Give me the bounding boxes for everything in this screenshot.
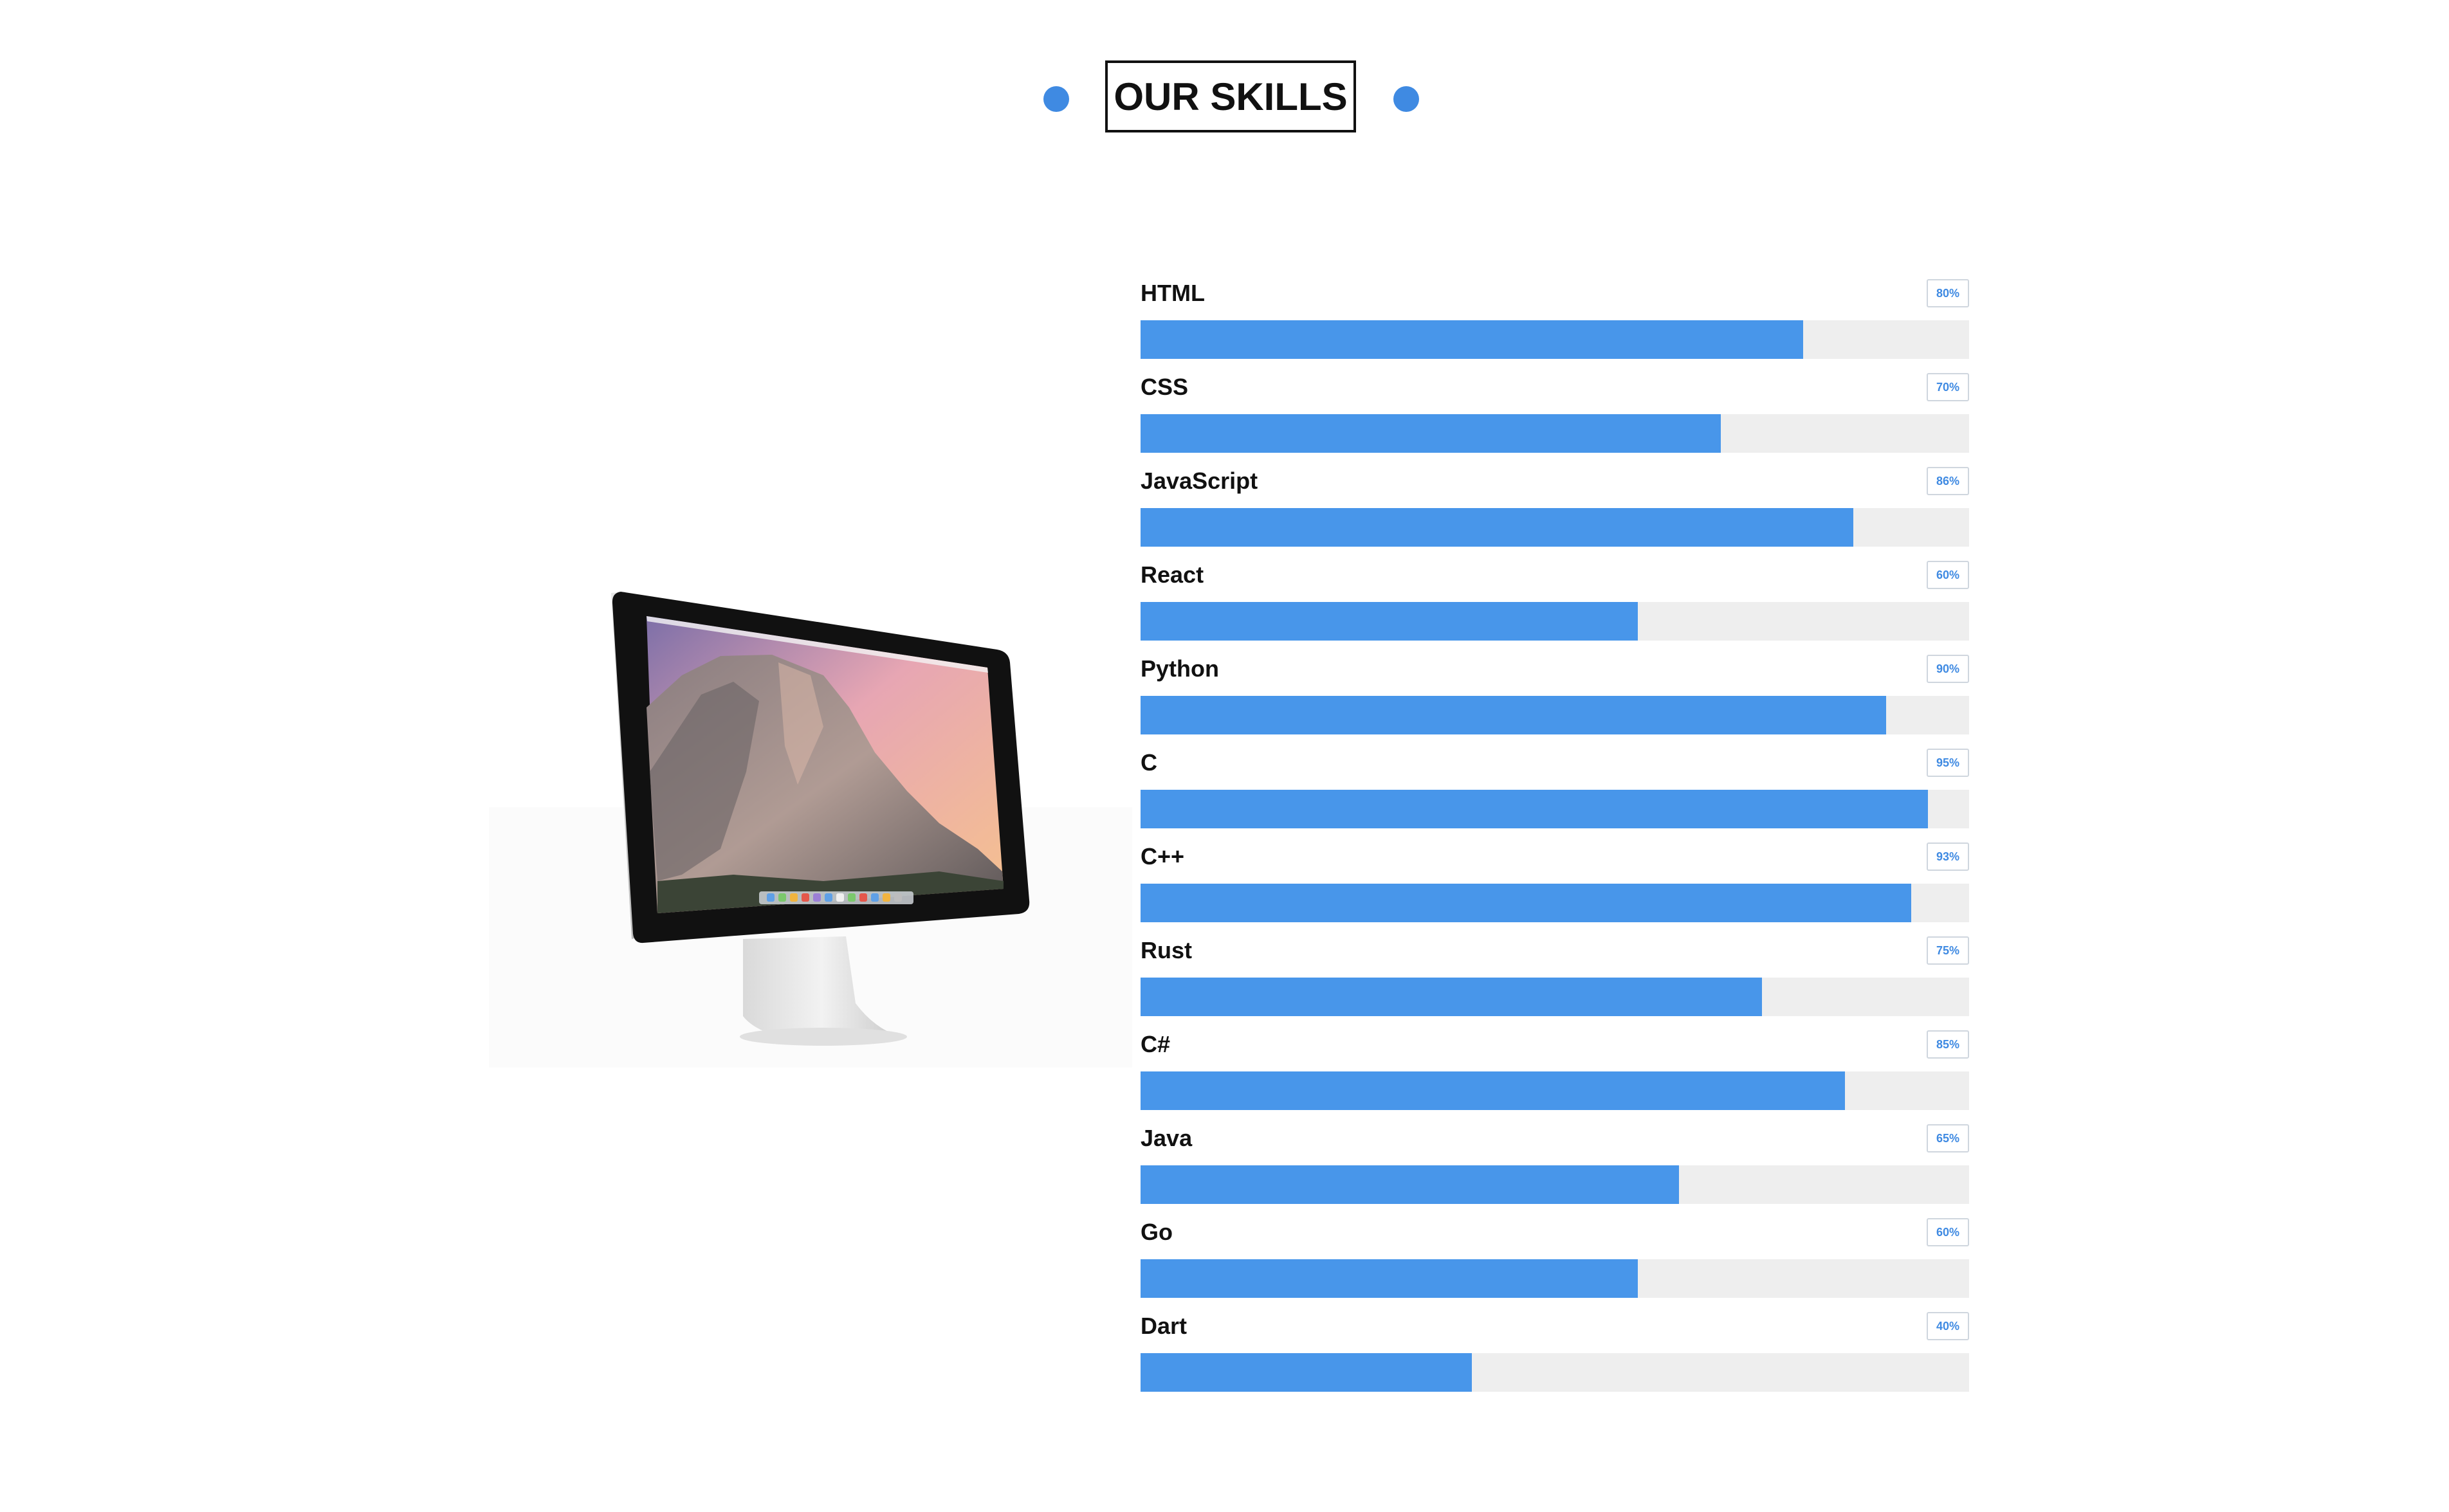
skill-progress-track (1141, 1165, 1969, 1204)
skill-percent-badge: 95% (1927, 749, 1969, 777)
skill-progress-fill (1141, 602, 1638, 641)
section-title: OUR SKILLS (1105, 60, 1356, 132)
skill-name: Dart (1141, 1313, 1188, 1339)
skill-name: C++ (1141, 843, 1185, 870)
skill-progress-fill (1141, 508, 1853, 547)
left-dot-decoration (1043, 86, 1069, 112)
skill-percent-badge: 75% (1927, 936, 1969, 965)
skill-percent-badge: 86% (1927, 467, 1969, 495)
skill-name: JavaScript (1141, 468, 1258, 494)
skill-item-java: Java 65% (1141, 1122, 1969, 1216)
skill-progress-track (1141, 414, 1969, 453)
skills-list: HTML 80% CSS 70% JavaScript 86% React 60… (1141, 277, 1969, 1403)
skill-progress-track (1141, 320, 1969, 359)
skill-progress-fill (1141, 696, 1887, 734)
skill-progress-fill (1141, 790, 1928, 828)
skill-progress-track (1141, 1071, 1969, 1110)
skill-name: Python (1141, 655, 1219, 682)
skill-progress-track (1141, 790, 1969, 828)
skill-name: Rust (1141, 937, 1192, 963)
skill-progress-track (1141, 508, 1969, 547)
skill-percent-badge: 93% (1927, 843, 1969, 871)
skill-item-rust: Rust 75% (1141, 934, 1969, 1028)
skill-progress-fill (1141, 1071, 1845, 1110)
skill-progress-fill (1141, 320, 1804, 359)
skill-item-go: Go 60% (1141, 1216, 1969, 1309)
skill-progress-fill (1141, 1165, 1680, 1204)
skill-progress-track (1141, 1353, 1969, 1392)
skill-percent-badge: 60% (1927, 1218, 1969, 1246)
skill-progress-track (1141, 1259, 1969, 1298)
skill-percent-badge: 40% (1927, 1312, 1969, 1340)
desktop-monitor-icon (489, 579, 1132, 1068)
skill-percent-badge: 65% (1927, 1124, 1969, 1152)
skill-percent-badge: 70% (1927, 373, 1969, 401)
skill-item-css: CSS 70% (1141, 370, 1969, 464)
skill-item-c: C 95% (1141, 746, 1969, 840)
skill-item-dart: Dart 40% (1141, 1309, 1969, 1403)
skill-item-react: React 60% (1141, 558, 1969, 652)
skill-percent-badge: 90% (1927, 655, 1969, 683)
skill-progress-fill (1141, 414, 1721, 453)
skill-name: C# (1141, 1031, 1171, 1057)
skill-progress-track (1141, 884, 1969, 922)
skill-item-javascript: JavaScript 86% (1141, 464, 1969, 558)
skill-progress-track (1141, 602, 1969, 641)
skill-name: HTML (1141, 280, 1205, 306)
skill-name: CSS (1141, 374, 1189, 400)
skill-progress-fill (1141, 978, 1762, 1016)
skill-progress-track (1141, 696, 1969, 734)
skill-progress-fill (1141, 1259, 1638, 1298)
skill-progress-fill (1141, 884, 1911, 922)
skill-item-cpp: C++ 93% (1141, 840, 1969, 934)
skill-name: Go (1141, 1219, 1173, 1245)
skill-name: Java (1141, 1125, 1193, 1151)
section-header: OUR SKILLS (0, 60, 2449, 136)
skill-percent-badge: 60% (1927, 561, 1969, 589)
skill-percent-badge: 85% (1927, 1030, 1969, 1059)
skill-progress-fill (1141, 1353, 1472, 1392)
skill-name: C (1141, 749, 1157, 776)
skill-item-csharp: C# 85% (1141, 1028, 1969, 1122)
skill-item-html: HTML 80% (1141, 277, 1969, 370)
skill-item-python: Python 90% (1141, 652, 1969, 746)
skill-name: React (1141, 561, 1204, 588)
skill-percent-badge: 80% (1927, 279, 1969, 307)
right-dot-decoration (1393, 86, 1419, 112)
skill-progress-track (1141, 978, 1969, 1016)
